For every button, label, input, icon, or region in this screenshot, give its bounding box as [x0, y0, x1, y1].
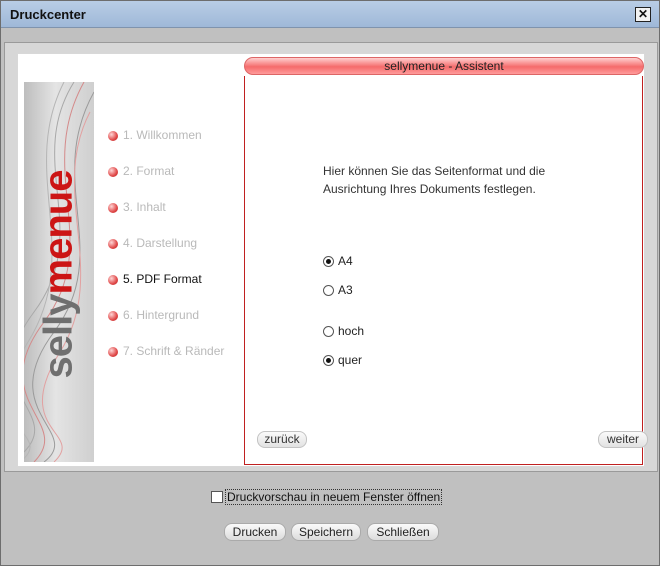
step-label: 2. Format — [123, 164, 175, 178]
radio-hoch-control[interactable] — [323, 326, 334, 337]
brand-logo-accent: menue — [36, 170, 81, 295]
back-button[interactable]: zurück — [257, 431, 307, 448]
print-button[interactable]: Drucken — [224, 523, 286, 541]
radio-quer-control[interactable] — [323, 355, 334, 366]
radio-hoch-label: hoch — [338, 324, 365, 338]
step-bullet-icon — [108, 275, 118, 285]
radio-a3-control[interactable] — [323, 285, 334, 296]
preview-label: Druckvorschau in neuem Fenster öffnen — [225, 489, 443, 505]
intro-text: Hier können Sie das Seitenformat und die… — [323, 164, 546, 196]
radio-a4-label: A4 — [338, 254, 353, 268]
step-label: 3. Inhalt — [123, 200, 166, 214]
step-bullet-icon — [108, 347, 118, 357]
radio-quer-label: quer — [338, 353, 363, 367]
brand-logo-prefix: selly — [36, 294, 81, 379]
next-button[interactable]: weiter — [598, 431, 648, 448]
wizard-panel: sellymenue 1. Willkommen 2. Format 3. In… — [17, 53, 648, 467]
radio-a3-label: A3 — [338, 283, 353, 297]
step-bullet-icon — [108, 311, 118, 321]
step-label: 5. PDF Format — [123, 272, 202, 286]
step-label: 4. Darstellung — [123, 236, 198, 250]
druckcenter-window: Druckcenter ✕ sellymenue 1. Willkommen 2… — [0, 0, 660, 566]
step-bullet-icon — [108, 203, 118, 213]
brand-logo-text: sellymenue — [37, 116, 82, 434]
step-bullet-icon — [108, 239, 118, 249]
brand-strip: sellymenue — [24, 82, 94, 462]
close-button[interactable]: Schließen — [367, 523, 439, 541]
close-window-button[interactable]: ✕ — [635, 7, 651, 22]
save-button[interactable]: Speichern — [291, 523, 361, 541]
preview-checkbox[interactable] — [211, 491, 223, 503]
step-bullet-icon — [108, 131, 118, 141]
wizard-frame: sellymenue 1. Willkommen 2. Format 3. In… — [4, 42, 658, 472]
window-title: Druckcenter — [10, 7, 86, 22]
assistant-content: Hier können Sie das Seitenformat und die… — [244, 76, 648, 465]
step-label: 1. Willkommen — [123, 128, 202, 142]
radio-a4-control[interactable] — [323, 256, 334, 267]
title-bar: Druckcenter ✕ — [1, 1, 659, 28]
assistant-header: sellymenue - Assistent — [244, 57, 644, 75]
close-icon: ✕ — [637, 7, 649, 21]
step-label: 6. Hintergrund — [123, 308, 200, 322]
step-label: 7. Schrift & Ränder — [123, 344, 225, 358]
step-bullet-icon — [108, 167, 118, 177]
